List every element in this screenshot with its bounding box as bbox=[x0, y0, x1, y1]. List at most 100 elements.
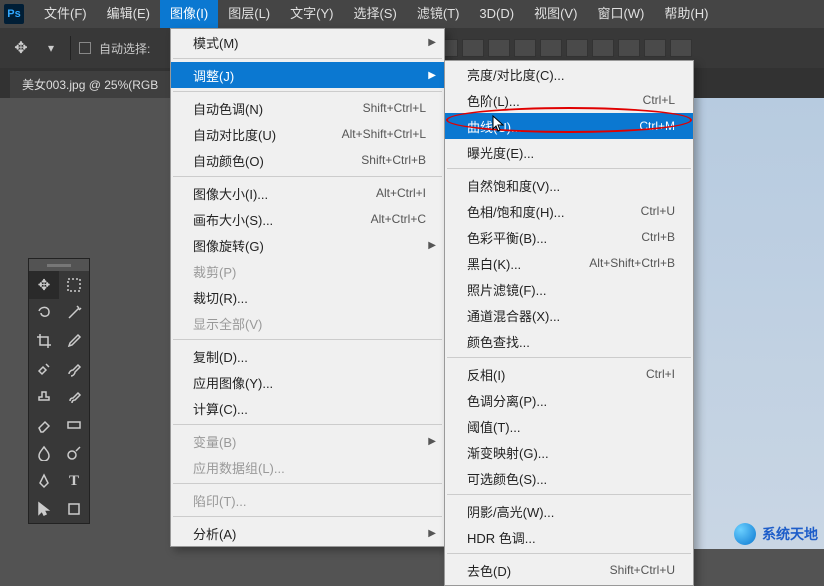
menu-item-shortcut: Ctrl+L bbox=[613, 93, 675, 107]
eraser-tool[interactable] bbox=[29, 411, 59, 439]
eyedropper-tool[interactable] bbox=[59, 327, 89, 355]
brush-tool[interactable] bbox=[59, 355, 89, 383]
align-icon[interactable] bbox=[618, 39, 640, 57]
align-icon[interactable] bbox=[592, 39, 614, 57]
align-icon[interactable] bbox=[488, 39, 510, 57]
image-menu-item[interactable]: 应用图像(Y)... bbox=[171, 369, 444, 395]
adjust-menu-item[interactable]: 色彩平衡(B)...Ctrl+B bbox=[445, 224, 693, 250]
document-tab[interactable]: 美女003.jpg @ 25%(RGB bbox=[10, 71, 170, 98]
adjust-menu-item[interactable]: 渐变映射(G)... bbox=[445, 439, 693, 465]
menu-滤镜[interactable]: 滤镜(T) bbox=[407, 0, 470, 28]
image-menu-item[interactable]: 自动色调(N)Shift+Ctrl+L bbox=[171, 95, 444, 121]
image-menu-item[interactable]: 调整(J) bbox=[171, 62, 444, 88]
adjust-menu-item[interactable]: 色阶(L)... Ctrl+L bbox=[445, 87, 693, 113]
app-logo: Ps bbox=[4, 4, 24, 24]
image-menu-item[interactable]: 画布大小(S)...Alt+Ctrl+C bbox=[171, 206, 444, 232]
align-icon[interactable] bbox=[670, 39, 692, 57]
image-menu-item: 裁剪(P) bbox=[171, 258, 444, 284]
menu-item-label: 自动对比度(U) bbox=[193, 125, 276, 144]
menu-图层[interactable]: 图层(L) bbox=[218, 0, 280, 28]
menu-item-label: 黑白(K)... bbox=[467, 254, 521, 273]
adjust-menu-item[interactable]: 颜色查找... bbox=[445, 328, 693, 354]
adjust-menu-item[interactable]: 色相/饱和度(H)...Ctrl+U bbox=[445, 198, 693, 224]
adjust-menu-item[interactable]: 曲线(U)...Ctrl+M bbox=[445, 113, 693, 139]
align-icon[interactable] bbox=[514, 39, 536, 57]
menu-视图[interactable]: 视图(V) bbox=[524, 0, 587, 28]
move-tool-icon: ✥ bbox=[10, 37, 32, 59]
adjust-menu-item[interactable]: 通道混合器(X)... bbox=[445, 302, 693, 328]
menu-item-shortcut: Alt+Ctrl+I bbox=[346, 186, 426, 200]
auto-select-label: 自动选择: bbox=[99, 40, 150, 57]
healing-tool[interactable] bbox=[29, 355, 59, 383]
globe-icon bbox=[734, 523, 756, 545]
menu-编辑[interactable]: 编辑(E) bbox=[97, 0, 160, 28]
image-menu-item[interactable]: 分析(A) bbox=[171, 520, 444, 546]
menu-item-label: 通道混合器(X)... bbox=[467, 306, 560, 325]
menu-选择[interactable]: 选择(S) bbox=[343, 0, 406, 28]
menu-文件[interactable]: 文件(F) bbox=[34, 0, 97, 28]
toolbox-grip-icon[interactable] bbox=[29, 259, 89, 271]
align-icon[interactable] bbox=[462, 39, 484, 57]
menu-图像[interactable]: 图像(I) bbox=[160, 0, 218, 28]
align-icon[interactable] bbox=[566, 39, 588, 57]
image-menu-item[interactable]: 计算(C)... bbox=[171, 395, 444, 421]
image-menu-item[interactable]: 自动颜色(O)Shift+Ctrl+B bbox=[171, 147, 444, 173]
adjust-menu-item[interactable]: 阴影/高光(W)... bbox=[445, 498, 693, 524]
image-menu-item[interactable]: 复制(D)... bbox=[171, 343, 444, 369]
auto-select-checkbox[interactable] bbox=[79, 42, 91, 54]
adjust-menu-item[interactable]: 阈值(T)... bbox=[445, 413, 693, 439]
lasso-tool[interactable] bbox=[29, 299, 59, 327]
adjust-menu-item[interactable]: 照片滤镜(F)... bbox=[445, 276, 693, 302]
image-menu-item[interactable]: 模式(M) bbox=[171, 29, 444, 55]
type-tool[interactable]: T bbox=[59, 467, 89, 495]
image-menu: 模式(M)调整(J)自动色调(N)Shift+Ctrl+L自动对比度(U)Alt… bbox=[170, 28, 445, 547]
menu-文字[interactable]: 文字(Y) bbox=[280, 0, 343, 28]
align-icon[interactable] bbox=[644, 39, 666, 57]
align-icon[interactable] bbox=[540, 39, 562, 57]
adjust-menu-item[interactable]: 自然饱和度(V)... bbox=[445, 172, 693, 198]
image-menu-item: 变量(B) bbox=[171, 428, 444, 454]
adjust-menu-item[interactable]: 曝光度(E)... bbox=[445, 139, 693, 165]
pen-tool[interactable] bbox=[29, 467, 59, 495]
menu-item-label: 渐变映射(G)... bbox=[467, 443, 549, 462]
stamp-tool[interactable] bbox=[29, 383, 59, 411]
menu-item-label: 计算(C)... bbox=[193, 399, 248, 418]
adjust-menu-item[interactable]: 色调分离(P)... bbox=[445, 387, 693, 413]
history-brush-tool[interactable] bbox=[59, 383, 89, 411]
menu-item-label: 颜色查找... bbox=[467, 332, 530, 351]
dodge-tool[interactable] bbox=[59, 439, 89, 467]
image-menu-item[interactable]: 图像大小(I)...Alt+Ctrl+I bbox=[171, 180, 444, 206]
image-menu-item[interactable]: 裁切(R)... bbox=[171, 284, 444, 310]
dropdown-icon[interactable]: ▾ bbox=[40, 37, 62, 59]
menu-item-label: 阈值(T)... bbox=[467, 417, 520, 436]
blur-tool[interactable] bbox=[29, 439, 59, 467]
adjust-menu-item[interactable]: 黑白(K)... Alt+Shift+Ctrl+B bbox=[445, 250, 693, 276]
menu-item-label: 阴影/高光(W)... bbox=[467, 502, 554, 521]
path-select-tool[interactable] bbox=[29, 495, 59, 523]
adjust-menu-item[interactable]: 亮度/对比度(C)... bbox=[445, 61, 693, 87]
menu-item-label: 画布大小(S)... bbox=[193, 210, 273, 229]
adjust-menu-item[interactable]: 反相(I)Ctrl+I bbox=[445, 361, 693, 387]
adjust-menu-item[interactable]: 去色(D)Shift+Ctrl+U bbox=[445, 557, 693, 583]
menu-item-label: 色相/饱和度(H)... bbox=[467, 202, 565, 221]
move-tool[interactable]: ✥ bbox=[29, 271, 59, 299]
adjust-menu-item[interactable]: 可选颜色(S)... bbox=[445, 465, 693, 491]
gradient-tool[interactable] bbox=[59, 411, 89, 439]
menu-item-label: 色阶(L)... bbox=[467, 91, 520, 110]
menu-帮助[interactable]: 帮助(H) bbox=[654, 0, 718, 28]
image-menu-item[interactable]: 自动对比度(U)Alt+Shift+Ctrl+L bbox=[171, 121, 444, 147]
menu-item-label: 色调分离(P)... bbox=[467, 391, 547, 410]
shape-tool[interactable] bbox=[59, 495, 89, 523]
marquee-tool[interactable] bbox=[59, 271, 89, 299]
menu-item-label: 陷印(T)... bbox=[193, 491, 246, 510]
menu-item-shortcut: Alt+Shift+Ctrl+B bbox=[559, 256, 675, 270]
image-menu-item[interactable]: 图像旋转(G) bbox=[171, 232, 444, 258]
wand-tool[interactable] bbox=[59, 299, 89, 327]
crop-tool[interactable] bbox=[29, 327, 59, 355]
menu-3D[interactable]: 3D(D) bbox=[469, 0, 524, 28]
adjust-menu-item[interactable]: HDR 色调... bbox=[445, 524, 693, 550]
menu-item-label: 应用数据组(L)... bbox=[193, 458, 285, 477]
menu-窗口[interactable]: 窗口(W) bbox=[587, 0, 654, 28]
image-menu-item: 应用数据组(L)... bbox=[171, 454, 444, 480]
menu-item-label: 照片滤镜(F)... bbox=[467, 280, 546, 299]
